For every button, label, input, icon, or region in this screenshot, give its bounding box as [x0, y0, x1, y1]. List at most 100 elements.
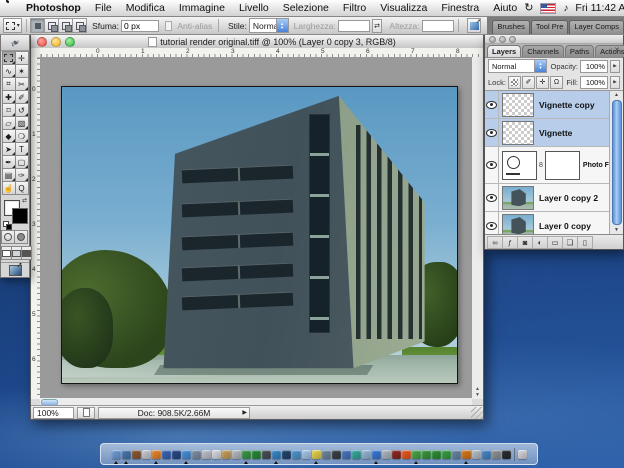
layer-row[interactable]: 8Photo Filte...	[485, 147, 609, 184]
dock-icon[interactable]	[432, 450, 441, 459]
tool-notes[interactable]: ▤	[3, 169, 15, 181]
palette-zoom-button[interactable]	[509, 36, 516, 43]
dock-icon[interactable]	[162, 450, 171, 459]
tool-shape[interactable]: ▢	[16, 156, 28, 168]
tool-clone-stamp[interactable]: ⌑	[3, 104, 15, 116]
menu-clock[interactable]: Fri 11:42 AM	[575, 2, 624, 14]
palette-tab-close-icon[interactable]: ✕	[614, 46, 620, 54]
tool-lasso[interactable]: ∿	[3, 65, 15, 77]
tool-hand[interactable]: ☝	[3, 182, 15, 194]
dock-icon[interactable]	[112, 450, 121, 459]
visibility-toggle[interactable]	[485, 119, 499, 146]
opacity-slider-arrow[interactable]: ▶	[610, 60, 620, 73]
dock-icon[interactable]	[502, 450, 511, 459]
tool-dodge[interactable]: ❍	[16, 130, 28, 142]
fill-slider-arrow[interactable]: ▶	[610, 76, 620, 89]
visibility-toggle[interactable]	[485, 91, 499, 118]
dock-icon[interactable]	[312, 450, 321, 459]
scrollbar-arrows[interactable]: ▲▼	[472, 386, 483, 398]
adjustment-layer-icon[interactable]: ◐	[532, 236, 548, 249]
tool-history-brush[interactable]: ↺	[16, 104, 28, 116]
canvas-image[interactable]	[61, 86, 458, 384]
lock-all-icon[interactable]: Ω	[550, 76, 563, 89]
tool-slice[interactable]: ✂	[16, 78, 28, 90]
dock-icon[interactable]	[372, 450, 381, 459]
tool-pen[interactable]: ✒	[3, 156, 15, 168]
dock-icon[interactable]	[302, 450, 311, 459]
palette-tab-layers[interactable]: Layers	[487, 45, 521, 57]
link-layers-icon[interactable]: ∞	[487, 236, 503, 249]
swap-dimensions-button[interactable]: ⇄	[372, 19, 383, 33]
dock-icon[interactable]	[282, 450, 291, 459]
dock-icon[interactable]	[392, 450, 401, 459]
scroll-down-icon[interactable]: ▼	[610, 227, 623, 233]
window-resize-grip[interactable]	[471, 407, 483, 419]
minimize-button[interactable]	[51, 37, 61, 47]
dock-icon[interactable]	[382, 450, 391, 459]
tool-magic-wand[interactable]: ✶	[16, 65, 28, 77]
dock-icon[interactable]	[122, 450, 131, 459]
dock-icon[interactable]	[202, 450, 211, 459]
dock-icon[interactable]	[222, 450, 231, 459]
width-input[interactable]	[338, 20, 370, 32]
menu-aiuto[interactable]: Aiuto	[486, 2, 524, 14]
tool-eyedropper[interactable]: ✑	[16, 169, 28, 181]
menu-filtro[interactable]: Filtro	[336, 2, 373, 14]
fullscreen-button[interactable]	[21, 246, 32, 260]
dock-icon[interactable]	[518, 450, 527, 459]
intersect-selection-button[interactable]	[72, 18, 87, 33]
swap-colors-icon[interactable]: ⇄	[22, 197, 27, 204]
dock-icon[interactable]	[252, 450, 261, 459]
tool-eraser[interactable]: ▱	[3, 117, 15, 129]
new-selection-button[interactable]	[30, 18, 45, 33]
dock-icon[interactable]	[402, 450, 411, 459]
dock-icon[interactable]	[452, 450, 461, 459]
delete-layer-icon[interactable]: ▯	[577, 236, 593, 249]
default-colors-icon[interactable]	[3, 221, 12, 229]
add-selection-button[interactable]	[44, 18, 59, 33]
feather-input[interactable]	[121, 20, 159, 32]
dock-icon[interactable]	[212, 450, 221, 459]
dock-icon[interactable]	[272, 450, 281, 459]
dock-icon[interactable]	[262, 450, 271, 459]
tool-path-selection[interactable]: ➤	[3, 143, 15, 155]
volume-icon[interactable]: ♪	[563, 3, 568, 14]
blend-mode-dropdown[interactable]: Normal ▲▼	[488, 59, 547, 73]
zoom-button[interactable]	[65, 37, 75, 47]
layer-thumbnail[interactable]	[502, 121, 534, 145]
tool-healing-brush[interactable]: ✚	[3, 91, 15, 103]
menu-modifica[interactable]: Modifica	[119, 2, 172, 14]
visibility-toggle[interactable]	[485, 184, 499, 211]
dock-icon[interactable]	[182, 450, 191, 459]
dock-icon[interactable]	[472, 450, 481, 459]
menu-visualizza[interactable]: Visualizza	[373, 2, 434, 14]
go-to-bridge-button[interactable]	[467, 18, 481, 33]
adjustment-layer-thumbnail[interactable]	[502, 151, 537, 180]
layer-row[interactable]: Layer 0 copy	[485, 212, 609, 234]
tool-gradient[interactable]: ▧	[16, 117, 28, 129]
tool-brush[interactable]: ✐	[16, 91, 28, 103]
status-icon-button[interactable]	[77, 407, 95, 419]
well-tab-brushes[interactable]: Brushes	[492, 20, 530, 34]
dock-icon[interactable]	[332, 450, 341, 459]
dock-icon[interactable]	[142, 450, 151, 459]
close-button[interactable]	[37, 37, 47, 47]
palette-scrollbar[interactable]: ▲ ▼	[609, 91, 623, 234]
fill-value[interactable]: 100%	[580, 76, 608, 89]
subtract-selection-button[interactable]	[58, 18, 73, 33]
palette-minimize-button[interactable]	[499, 36, 506, 43]
dock-icon[interactable]	[492, 450, 501, 459]
dock-icon[interactable]	[442, 450, 451, 459]
menu-selezione[interactable]: Selezione	[276, 2, 336, 14]
tool-type[interactable]: T	[16, 143, 28, 155]
tool-preset-picker[interactable]: ▾	[3, 18, 22, 33]
sync-icon[interactable]: ↻	[524, 3, 533, 13]
layer-thumbnail[interactable]	[502, 214, 534, 235]
lock-position-icon[interactable]: ✛	[536, 76, 549, 89]
layer-style-icon[interactable]: ƒ	[502, 236, 518, 249]
style-dropdown[interactable]: Normale ▲▼	[249, 18, 289, 33]
menu-photoshop[interactable]: Photoshop	[19, 2, 88, 14]
antialias-checkbox[interactable]	[165, 21, 172, 31]
dock-icon[interactable]	[172, 450, 181, 459]
well-tab-layer-comps[interactable]: Layer Comps	[569, 20, 624, 34]
